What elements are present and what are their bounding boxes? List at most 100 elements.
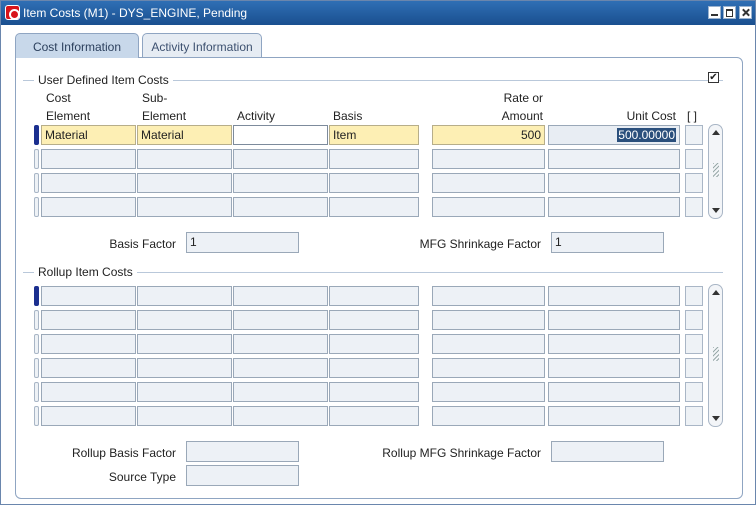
maximize-icon[interactable] — [723, 6, 736, 19]
user-defined-scrollbar[interactable] — [708, 124, 723, 219]
rollup-activity-field[interactable] — [233, 286, 328, 306]
rollup-scrollbar[interactable] — [708, 284, 723, 427]
rollup-cost-element-field[interactable] — [41, 382, 136, 402]
sub-element-field[interactable]: Material — [137, 125, 232, 145]
rollup-rate-or-amount-field[interactable] — [432, 382, 545, 402]
scroll-up-icon[interactable] — [712, 290, 720, 295]
rollup-flag-cell[interactable] — [685, 406, 703, 426]
rate-or-amount-field[interactable] — [432, 149, 545, 169]
rollup-rate-or-amount-field[interactable] — [432, 358, 545, 378]
unit-cost-field[interactable] — [548, 197, 680, 217]
rollup-cost-element-field[interactable] — [41, 406, 136, 426]
basis-factor-field[interactable]: 1 — [186, 232, 299, 253]
cost-element-field[interactable]: Material — [41, 125, 136, 145]
rollup-sub-element-field[interactable] — [137, 334, 232, 354]
scroll-grip-icon[interactable] — [713, 347, 719, 361]
unit-cost-field[interactable]: 500.00000 — [548, 125, 680, 145]
flag-cell[interactable] — [685, 125, 703, 145]
mfg-shrinkage-factor-field[interactable]: 1 — [551, 232, 664, 253]
rollup-flag-cell[interactable] — [685, 310, 703, 330]
rollup-activity-field[interactable] — [233, 406, 328, 426]
rollup-activity-field[interactable] — [233, 358, 328, 378]
rollup-record-indicator[interactable] — [34, 382, 39, 402]
rollup-unit-cost-field[interactable] — [548, 358, 680, 378]
unit-cost-field[interactable] — [548, 173, 680, 193]
rollup-record-indicator[interactable] — [34, 310, 39, 330]
tab-cost-information[interactable]: Cost Information — [15, 33, 139, 58]
scroll-down-icon[interactable] — [712, 208, 720, 213]
rollup-cost-element-field[interactable] — [41, 358, 136, 378]
sub-element-field[interactable] — [137, 173, 232, 193]
rollup-basis-field[interactable] — [329, 310, 419, 330]
unit-cost-field[interactable] — [548, 149, 680, 169]
rollup-cost-element-field[interactable] — [41, 310, 136, 330]
activity-field[interactable] — [233, 149, 328, 169]
rollup-cost-element-field[interactable] — [41, 286, 136, 306]
rollup-unit-cost-field[interactable] — [548, 286, 680, 306]
close-icon[interactable] — [739, 6, 752, 19]
basis-field[interactable] — [329, 197, 419, 217]
sub-element-field[interactable] — [137, 149, 232, 169]
flag-cell[interactable] — [685, 197, 703, 217]
rollup-sub-element-field[interactable] — [137, 286, 232, 306]
cost-element-field[interactable] — [41, 149, 136, 169]
record-indicator[interactable] — [34, 197, 39, 217]
rate-or-amount-field[interactable] — [432, 173, 545, 193]
rollup-cost-element-field[interactable] — [41, 334, 136, 354]
rollup-flag-cell[interactable] — [685, 358, 703, 378]
rollup-basis-field[interactable] — [329, 334, 419, 354]
rollup-record-indicator[interactable] — [34, 406, 39, 426]
rollup-activity-field[interactable] — [233, 334, 328, 354]
tab-activity-information[interactable]: Activity Information — [142, 33, 262, 57]
basis-field[interactable]: Item — [329, 125, 419, 145]
rollup-basis-factor-field[interactable] — [186, 441, 299, 462]
rate-or-amount-field[interactable]: 500 — [432, 125, 545, 145]
scroll-grip-icon[interactable] — [713, 163, 719, 177]
rollup-record-indicator[interactable] — [34, 334, 39, 354]
rollup-flag-cell[interactable] — [685, 334, 703, 354]
basis-field[interactable] — [329, 173, 419, 193]
rollup-record-indicator[interactable] — [34, 358, 39, 378]
cost-element-field[interactable] — [41, 197, 136, 217]
rollup-sub-element-field[interactable] — [137, 406, 232, 426]
rollup-basis-field[interactable] — [329, 286, 419, 306]
sub-element-field[interactable] — [137, 197, 232, 217]
rollup-rate-or-amount-field[interactable] — [432, 286, 545, 306]
basis-field[interactable] — [329, 149, 419, 169]
scroll-down-icon[interactable] — [712, 416, 720, 421]
record-indicator-current[interactable] — [34, 125, 39, 145]
title-bar[interactable]: Item Costs (M1) - DYS_ENGINE, Pending — [1, 1, 755, 25]
rollup-rate-or-amount-field[interactable] — [432, 334, 545, 354]
rollup-rate-or-amount-field[interactable] — [432, 310, 545, 330]
rollup-sub-element-field[interactable] — [137, 358, 232, 378]
rollup-mfg-shrinkage-factor-field[interactable] — [551, 441, 664, 462]
rollup-unit-cost-field[interactable] — [548, 406, 680, 426]
rate-or-amount-field[interactable] — [432, 197, 545, 217]
cost-element-field[interactable] — [41, 173, 136, 193]
minimize-icon[interactable] — [708, 6, 721, 19]
rollup-activity-field[interactable] — [233, 382, 328, 402]
rollup-activity-field[interactable] — [233, 310, 328, 330]
record-indicator[interactable] — [34, 173, 39, 193]
activity-field[interactable] — [233, 125, 328, 145]
rollup-basis-field[interactable] — [329, 382, 419, 402]
rollup-basis-field[interactable] — [329, 406, 419, 426]
source-type-field[interactable] — [186, 465, 299, 486]
rollup-rate-or-amount-field[interactable] — [432, 406, 545, 426]
rollup-unit-cost-field[interactable] — [548, 382, 680, 402]
rollup-unit-cost-field[interactable] — [548, 334, 680, 354]
activity-field[interactable] — [233, 197, 328, 217]
rollup-record-indicator-current[interactable] — [34, 286, 39, 306]
flag-cell[interactable] — [685, 173, 703, 193]
rollup-flag-cell[interactable] — [685, 382, 703, 402]
rollup-sub-element-field[interactable] — [137, 310, 232, 330]
rollup-basis-field[interactable] — [329, 358, 419, 378]
rollup-unit-cost-field[interactable] — [548, 310, 680, 330]
rollup-sub-element-field[interactable] — [137, 382, 232, 402]
flag-cell[interactable] — [685, 149, 703, 169]
record-indicator[interactable] — [34, 149, 39, 169]
user-defined-checkbox[interactable]: ✔ — [708, 72, 719, 83]
rollup-flag-cell[interactable] — [685, 286, 703, 306]
activity-field[interactable] — [233, 173, 328, 193]
scroll-up-icon[interactable] — [712, 130, 720, 135]
